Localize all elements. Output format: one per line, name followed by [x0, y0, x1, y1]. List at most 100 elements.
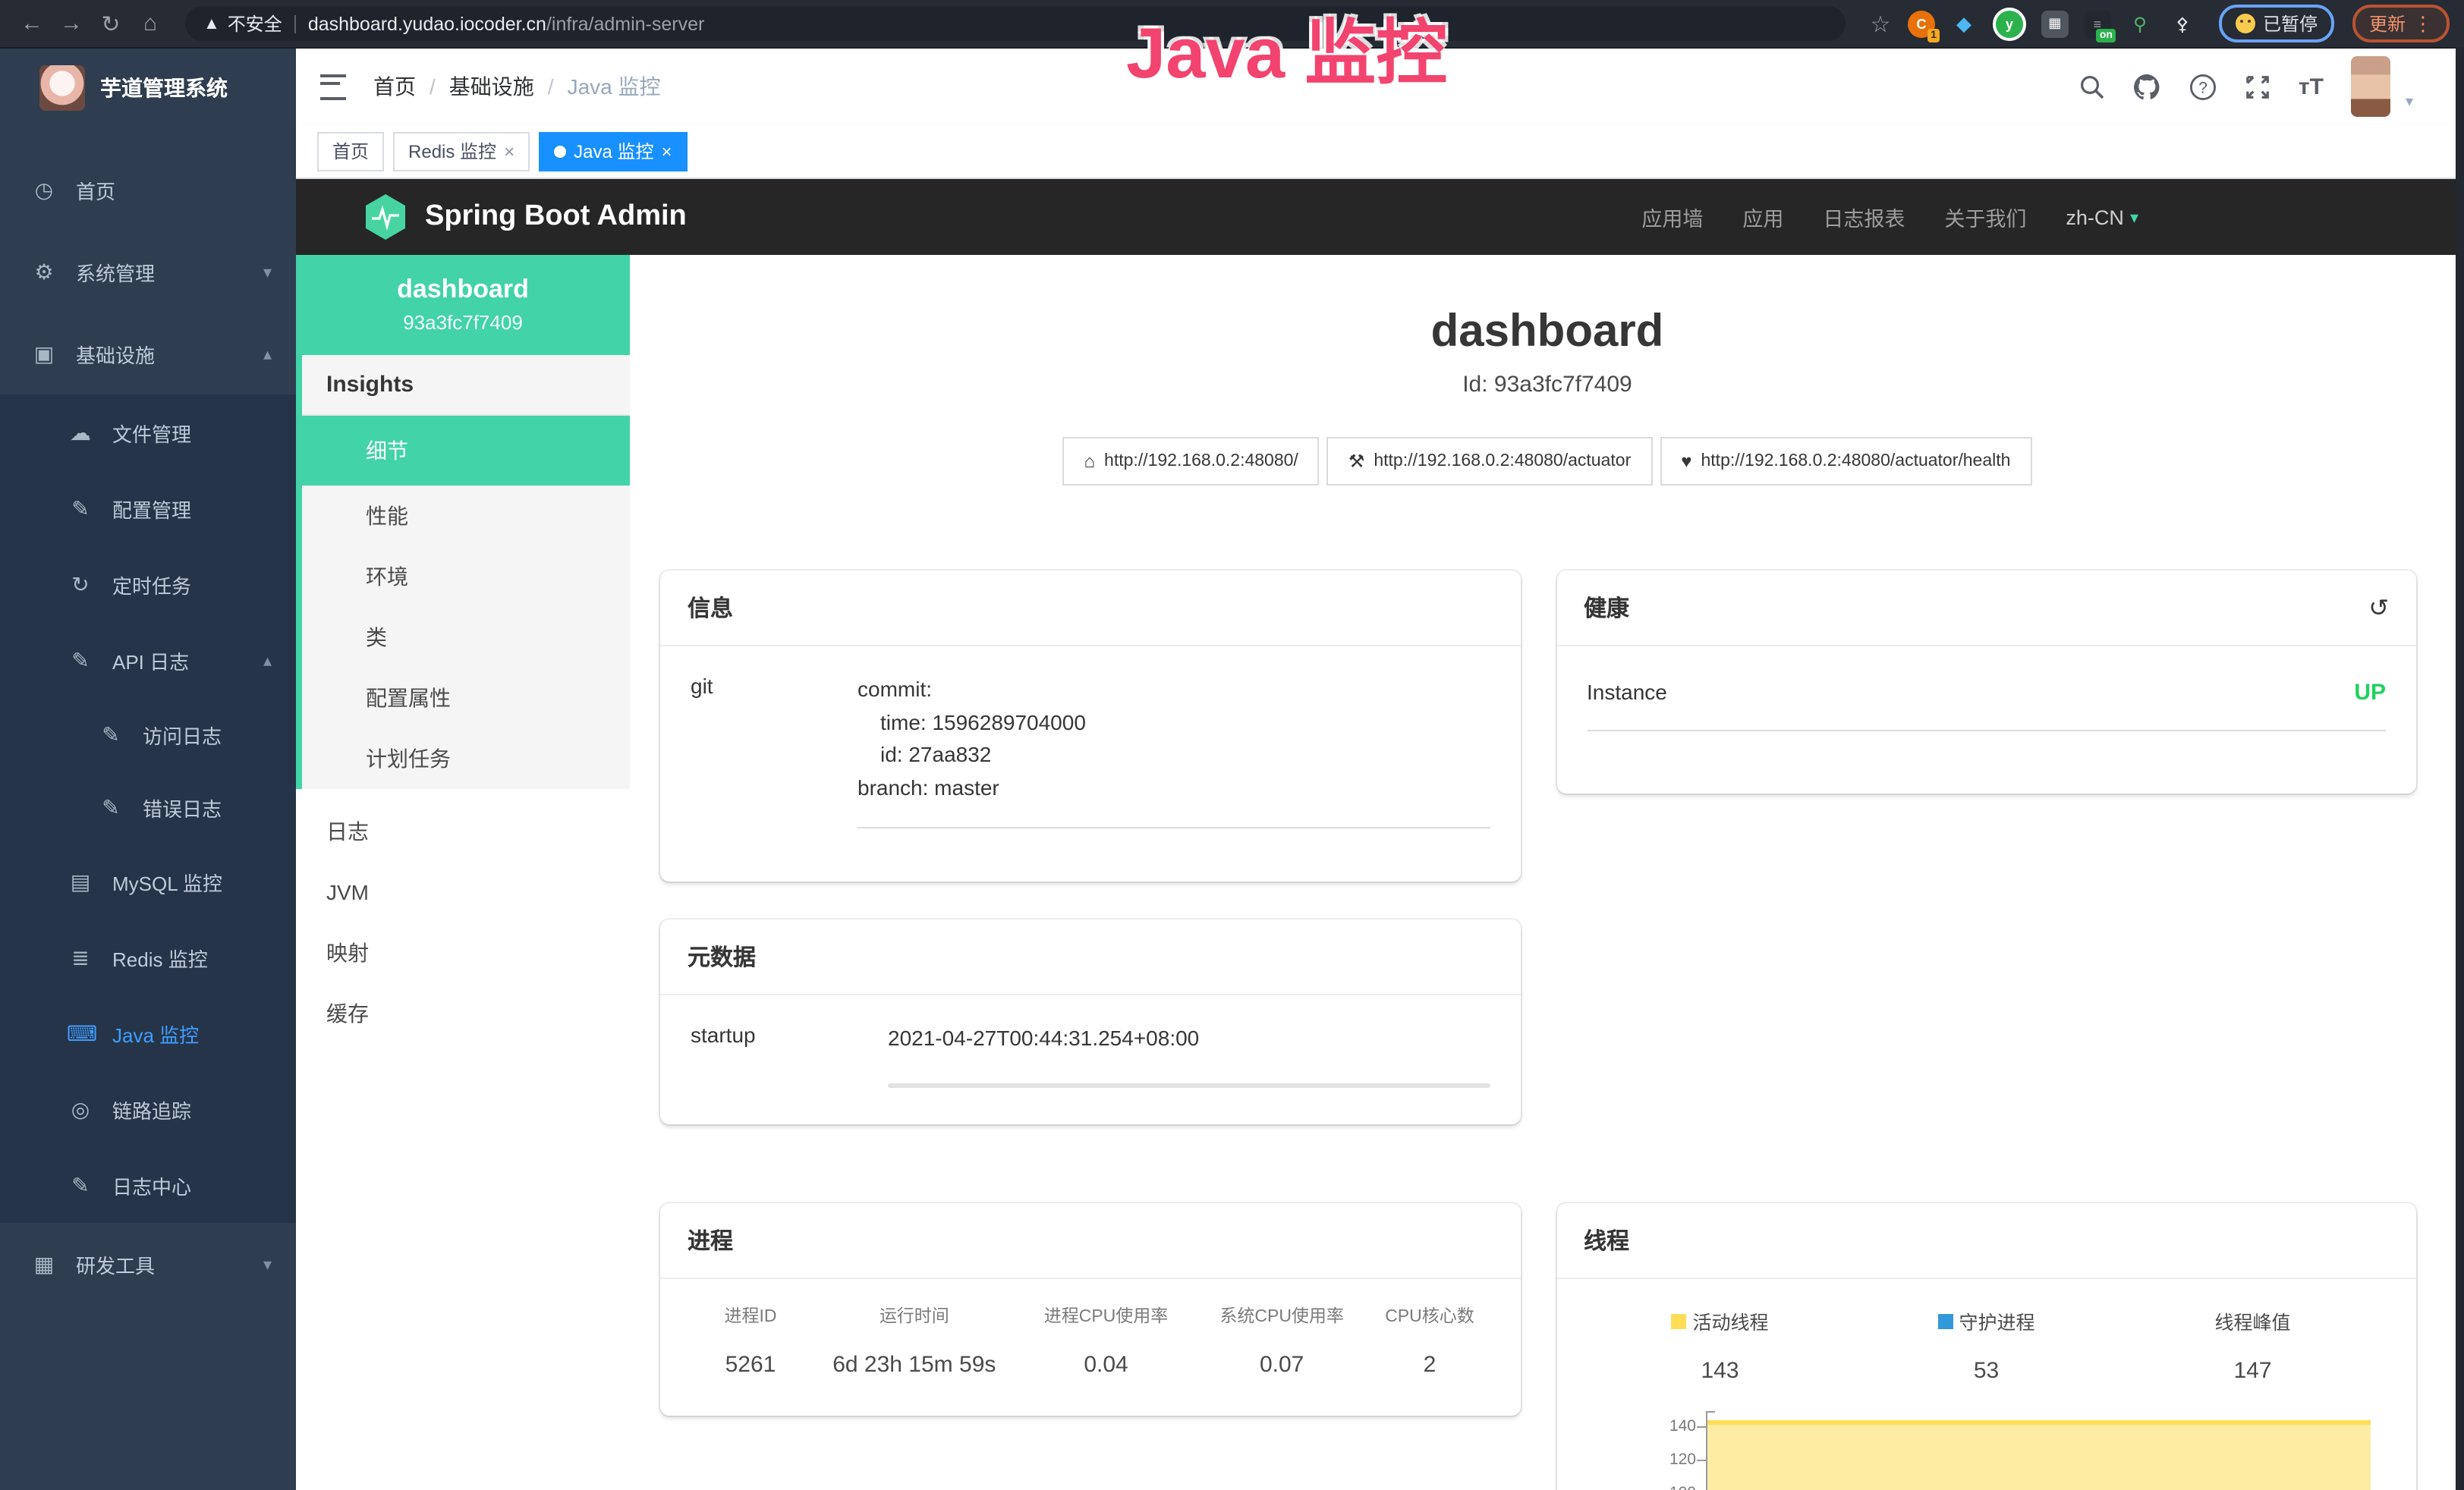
sba-nav-journal[interactable]: 日志报表 — [1823, 202, 1905, 232]
reload-icon[interactable]: ↻ — [94, 10, 127, 37]
extension-pin-icon[interactable]: ◆ — [1950, 10, 1978, 37]
health-card: 健康↺ Instance UP — [1556, 571, 2416, 794]
service-url-link[interactable]: ⌂http://192.168.0.2:48080/ — [1063, 437, 1320, 486]
sidebar-item-java-monitor[interactable]: ⌨Java 监控 — [0, 995, 296, 1071]
cell-pid: 5261 — [691, 1352, 810, 1378]
extension-list-icon[interactable]: ≡on — [2084, 10, 2111, 37]
col-header: 进程ID — [691, 1303, 810, 1328]
sba-item-jvm[interactable]: JVM — [296, 862, 630, 923]
sba-navbar: Spring Boot Admin 应用墙 应用 日志报表 关于我们 zh-CN… — [296, 179, 2464, 255]
menu-dots-icon[interactable]: ⋮ — [2413, 11, 2433, 36]
font-size-icon[interactable]: ᴛT — [2299, 74, 2324, 99]
log-icon: ✎ — [67, 647, 94, 673]
hamburger-icon[interactable] — [320, 74, 346, 99]
address-bar[interactable]: ▲ 不安全 dashboard.yudao.iocoder.cn/infra/a… — [185, 6, 1846, 41]
sidebar-item-log-center[interactable]: ✎日志中心 — [0, 1147, 296, 1223]
fullscreen-icon[interactable] — [2245, 74, 2271, 99]
instance-name: dashboard — [296, 275, 630, 305]
sba-brand[interactable]: Spring Boot Admin — [364, 193, 687, 241]
help-icon[interactable]: ? — [2189, 72, 2218, 101]
extension-grid-icon[interactable]: ▦ — [2041, 10, 2069, 37]
app-logo — [39, 65, 85, 111]
close-icon[interactable]: × — [661, 140, 672, 162]
sba-item-details[interactable]: 细节 — [302, 416, 630, 486]
chevron-down-icon: ▾ — [263, 1254, 272, 1274]
sidebar-item-config[interactable]: ✎配置管理 — [0, 470, 296, 546]
app-title: 芋道管理系统 — [100, 73, 228, 103]
back-icon[interactable]: ← — [15, 11, 49, 36]
sidebar-item-trace[interactable]: ◎链路追踪 — [0, 1071, 296, 1147]
breadcrumb-home[interactable]: 首页 — [373, 71, 416, 102]
sba-item-classes[interactable]: 类 — [302, 607, 630, 668]
status-badge: UP — [2354, 680, 2386, 706]
sidebar-item-access-log[interactable]: ✎访问日志 — [0, 698, 296, 771]
sidebar-item-api-log[interactable]: ✎API 日志▴ — [0, 622, 296, 698]
sba-item-metrics[interactable]: 性能 — [302, 486, 630, 546]
bookmark-star-icon[interactable]: ☆ — [1864, 10, 1897, 37]
sba-item-config-props[interactable]: 配置属性 — [302, 668, 630, 728]
threads-chart: 140 120 100 — [1587, 1408, 2386, 1490]
extension-y-icon[interactable]: y — [1993, 7, 2026, 40]
sba-item-caches[interactable]: 缓存 — [296, 983, 630, 1044]
instance-id: 93a3fc7f7409 — [296, 311, 630, 334]
health-url-link[interactable]: ♥http://192.168.0.2:48080/actuator/healt… — [1660, 437, 2031, 486]
col-header: CPU核心数 — [1370, 1303, 1490, 1328]
threads-card: 线程 活动线程143 守护进程53 线程峰值147 140 — [1556, 1203, 2416, 1490]
legend-swatch-live — [1671, 1313, 1686, 1328]
actuator-url-link[interactable]: ⚒http://192.168.0.2:48080/actuator — [1327, 437, 1652, 486]
search-icon[interactable] — [2080, 74, 2106, 99]
sba-nav-wall[interactable]: 应用墙 — [1641, 202, 1703, 232]
wrench-icon: ⚒ — [1348, 451, 1365, 472]
github-icon[interactable] — [2133, 72, 2162, 101]
forward-icon[interactable]: → — [55, 11, 88, 36]
info-card-title: 信息 — [660, 571, 1520, 646]
sba-item-scheduled-tasks[interactable]: 计划任务 — [302, 728, 630, 789]
health-row-label: Instance — [1587, 680, 1667, 706]
sidebar-item-mysql[interactable]: ▤MySQL 监控 — [0, 844, 296, 919]
history-icon[interactable]: ↺ — [2368, 593, 2389, 623]
close-icon[interactable]: × — [504, 140, 515, 162]
avatar[interactable] — [2351, 56, 2390, 117]
cell-system-cpu: 0.07 — [1194, 1352, 1370, 1378]
sidebar-item-system[interactable]: ⚙系统管理▾ — [0, 231, 296, 313]
paused-badge[interactable]: 已暂停 — [2219, 5, 2334, 42]
extension-leaf-icon[interactable]: ⚲ — [2126, 10, 2154, 37]
toolbox-icon: ▦ — [30, 1251, 58, 1277]
home-icon: ⌂ — [1084, 451, 1096, 472]
sba-item-environment[interactable]: 环境 — [302, 546, 630, 607]
browser-toolbar: ← → ↻ ⌂ ▲ 不安全 dashboard.yudao.iocoder.cn… — [0, 0, 2464, 49]
active-dot — [554, 145, 566, 157]
breadcrumb-infra[interactable]: 基础设施 — [449, 71, 534, 102]
instance-header[interactable]: dashboard 93a3fc7f7409 — [296, 255, 630, 355]
sba-item-mappings[interactable]: 映射 — [296, 923, 630, 983]
window-scrollbar[interactable] — [2456, 47, 2464, 1490]
divider — [294, 14, 296, 33]
sidebar-item-home[interactable]: ◷首页 — [0, 149, 296, 231]
extensions-puzzle-icon[interactable]: ⚴ — [2169, 10, 2196, 37]
tag-redis[interactable]: Redis 监控× — [393, 131, 530, 171]
sidebar-item-dev-tools[interactable]: ▦研发工具▾ — [0, 1223, 296, 1305]
tag-java[interactable]: Java 监控× — [539, 131, 687, 171]
threads-legend: 活动线程143 守护进程53 线程峰值147 — [1587, 1306, 2386, 1384]
home-icon[interactable]: ⌂ — [134, 11, 167, 36]
info-row-value: commit: time: 1596289704000 id: 27aa832 … — [858, 674, 1490, 828]
sidebar-menu: ◷首页 ⚙系统管理▾ ▣基础设施▴ ☁文件管理 ✎配置管理 ↻定时任务 ✎API… — [0, 127, 296, 1490]
sidebar-item-error-log[interactable]: ✎错误日志 — [0, 771, 296, 844]
update-button[interactable]: 更新⋮ — [2352, 5, 2450, 42]
sidebar-item-file[interactable]: ☁文件管理 — [0, 395, 296, 470]
extension-icon-1[interactable]: C1 — [1908, 10, 1935, 37]
sidebar-item-redis[interactable]: ≣Redis 监控 — [0, 919, 296, 995]
sba-nav-about[interactable]: 关于我们 — [1944, 202, 2026, 232]
main-sidebar: 芋道管理系统 ◷首页 ⚙系统管理▾ ▣基础设施▴ ☁文件管理 ✎配置管理 ↻定时… — [0, 49, 296, 1490]
process-card-title: 进程 — [660, 1203, 1520, 1279]
sba-item-logfile[interactable]: 日志 — [296, 801, 630, 862]
insights-group-label[interactable]: Insights — [302, 355, 630, 416]
sidebar-item-infra[interactable]: ▣基础设施▴ — [0, 313, 296, 395]
sba-language-select[interactable]: zh-CN▾ — [2066, 206, 2138, 228]
sba-nav-applications[interactable]: 应用 — [1742, 202, 1783, 232]
tag-home[interactable]: 首页 — [317, 131, 384, 171]
chevron-down-icon[interactable]: ▾ — [2406, 94, 2413, 117]
app-logo-row[interactable]: 芋道管理系统 — [0, 49, 296, 127]
cloud-upload-icon: ☁ — [67, 420, 94, 445]
sidebar-item-job[interactable]: ↻定时任务 — [0, 546, 296, 622]
